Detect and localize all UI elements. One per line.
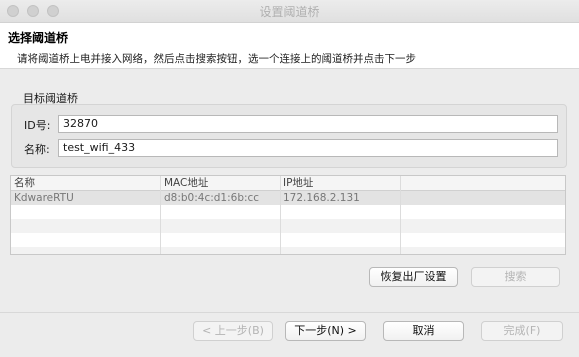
table-row-empty	[11, 205, 565, 219]
target-bridge-group: 目标阈道桥 ID号: 32870 名称: test_wifi_433	[11, 90, 567, 168]
page-description: 请将阈道桥上电并接入网络，然后点击搜索按钮，选一个连接上的阈道桥并点击下一步	[17, 53, 416, 65]
name-field[interactable]: test_wifi_433	[58, 139, 558, 157]
column-header-ip[interactable]: IP地址	[283, 176, 313, 190]
column-header-mac[interactable]: MAC地址	[164, 176, 208, 190]
search-button[interactable]: 搜索	[471, 267, 560, 287]
device-ip-cell: 172.168.2.131	[283, 192, 360, 204]
device-table: 名称 MAC地址 IP地址 KdwareRTU d8:b0:4c:d1:6b:c…	[10, 175, 566, 255]
column-divider	[160, 176, 161, 254]
id-field[interactable]: 32870	[58, 115, 558, 133]
name-label: 名称:	[24, 143, 50, 156]
title-bar: 设置阈道桥	[0, 0, 579, 23]
footer-divider	[0, 312, 579, 313]
cancel-button[interactable]: 取消	[383, 321, 464, 341]
table-header: 名称 MAC地址 IP地址	[11, 176, 565, 191]
wizard-header: 选择阈道桥 请将阈道桥上电并接入网络，然后点击搜索按钮，选一个连接上的阈道桥并点…	[0, 23, 579, 69]
table-row-empty	[11, 219, 565, 233]
table-row-empty	[11, 233, 565, 247]
window-title: 设置阈道桥	[259, 5, 320, 19]
group-box: ID号: 32870 名称: test_wifi_433	[11, 104, 567, 168]
factory-reset-button[interactable]: 恢复出厂设置	[369, 267, 458, 287]
prev-button[interactable]: < 上一步(B)	[193, 321, 273, 341]
device-mac-cell: d8:b0:4c:d1:6b:cc	[164, 192, 260, 204]
id-label: ID号:	[24, 119, 51, 132]
table-row-empty	[11, 247, 565, 254]
table-row[interactable]: KdwareRTU d8:b0:4c:d1:6b:cc 172.168.2.13…	[11, 191, 565, 205]
device-name-cell: KdwareRTU	[14, 192, 74, 204]
column-divider	[400, 176, 401, 254]
wizard-window: 设置阈道桥 选择阈道桥 请将阈道桥上电并接入网络，然后点击搜索按钮，选一个连接上…	[0, 0, 579, 357]
next-button[interactable]: 下一步(N) >	[285, 321, 366, 341]
column-header-name[interactable]: 名称	[14, 176, 35, 190]
finish-button[interactable]: 完成(F)	[481, 321, 563, 341]
column-divider	[280, 176, 281, 254]
page-title: 选择阈道桥	[8, 31, 69, 45]
